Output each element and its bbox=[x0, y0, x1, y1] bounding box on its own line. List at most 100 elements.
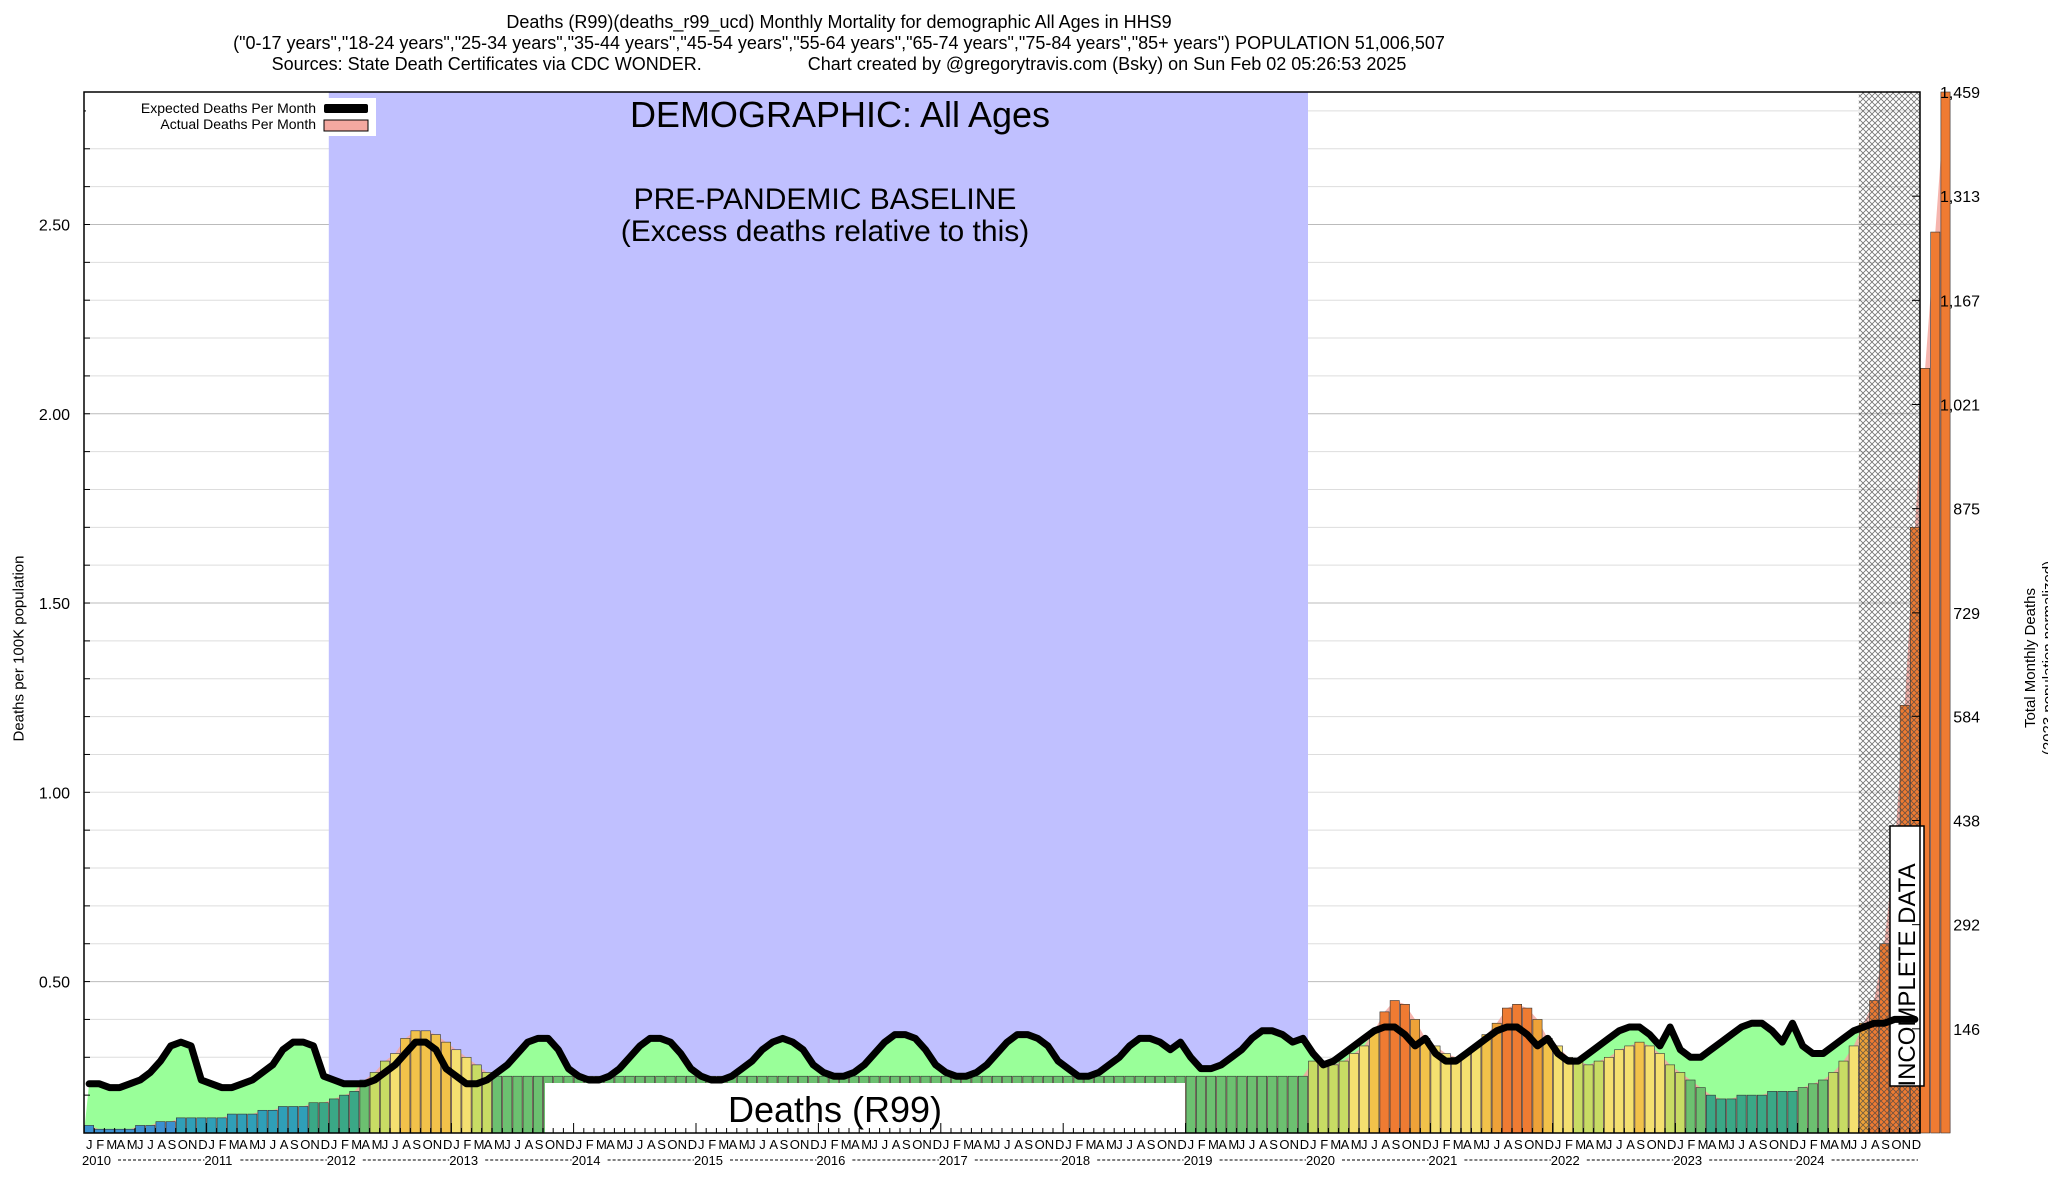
month-label: A bbox=[1708, 1137, 1717, 1152]
month-label: J bbox=[1371, 1137, 1378, 1152]
y2-tick-label: 1,167 bbox=[1940, 293, 1980, 310]
year-label: 2011 bbox=[204, 1153, 232, 1168]
bar bbox=[84, 1125, 94, 1134]
y-tick-label: 2.50 bbox=[39, 217, 70, 234]
month-label: F bbox=[1565, 1137, 1573, 1152]
bar bbox=[532, 1075, 543, 1134]
y-axis-right-label-line1: Total Monthly Deaths bbox=[2022, 587, 2039, 729]
bar bbox=[349, 1091, 360, 1134]
bar bbox=[522, 1075, 533, 1134]
month-label: F bbox=[708, 1137, 716, 1152]
bar bbox=[1196, 1075, 1206, 1134]
bar bbox=[1532, 1019, 1543, 1134]
bar bbox=[1236, 1075, 1247, 1134]
month-label: A bbox=[647, 1137, 656, 1152]
bar bbox=[216, 1117, 227, 1134]
month-label: N bbox=[800, 1137, 809, 1152]
bar bbox=[1226, 1075, 1237, 1134]
bar bbox=[1604, 1056, 1614, 1134]
bar bbox=[1930, 231, 1941, 1134]
month-label: J bbox=[1239, 1137, 1246, 1152]
legend-expected-label: Expected Deaths Per Month bbox=[141, 100, 316, 116]
month-label: J bbox=[943, 1137, 950, 1152]
year-label: 2018 bbox=[1061, 1153, 1090, 1168]
bar bbox=[1716, 1098, 1726, 1134]
month-label: J bbox=[147, 1137, 154, 1152]
bar bbox=[186, 1117, 196, 1134]
month-label: A bbox=[402, 1137, 411, 1152]
y-axis-right-label-line2: (2023 population normalized) bbox=[2040, 560, 2048, 756]
y2-tick-label: 1,313 bbox=[1940, 189, 1980, 206]
month-label: O bbox=[912, 1137, 922, 1152]
month-label: A bbox=[1749, 1137, 1758, 1152]
bar bbox=[1491, 1022, 1502, 1134]
series-title-label: Deaths (R99) bbox=[728, 1089, 942, 1130]
y-tick-label: 1.50 bbox=[39, 596, 70, 613]
month-label: J bbox=[86, 1137, 93, 1152]
month-label: S bbox=[1024, 1137, 1033, 1152]
bar bbox=[1206, 1075, 1216, 1134]
month-label: A bbox=[1341, 1137, 1350, 1152]
bar bbox=[1573, 1060, 1584, 1134]
bar bbox=[339, 1094, 349, 1134]
bar bbox=[176, 1117, 186, 1134]
bar bbox=[1481, 1034, 1492, 1134]
y2-tick-label: 875 bbox=[1953, 502, 1980, 519]
month-label: N bbox=[310, 1137, 319, 1152]
bar bbox=[461, 1056, 472, 1134]
month-label: O bbox=[1647, 1137, 1657, 1152]
bar bbox=[145, 1125, 156, 1134]
month-label: O bbox=[1279, 1137, 1289, 1152]
bar bbox=[1389, 1000, 1400, 1134]
month-label: J bbox=[1004, 1137, 1011, 1152]
month-label: S bbox=[168, 1137, 177, 1152]
year-label: 2019 bbox=[1184, 1153, 1213, 1168]
month-label: N bbox=[1657, 1137, 1666, 1152]
month-label: A bbox=[729, 1137, 738, 1152]
month-label: F bbox=[1810, 1137, 1818, 1152]
month-label: N bbox=[555, 1137, 564, 1152]
month-label: J bbox=[1728, 1137, 1735, 1152]
month-label: N bbox=[188, 1137, 197, 1152]
bar bbox=[359, 1079, 370, 1134]
month-label: O bbox=[790, 1137, 800, 1152]
month-label: D bbox=[1789, 1137, 1798, 1152]
bar bbox=[196, 1117, 207, 1134]
bar bbox=[135, 1125, 145, 1134]
month-label: S bbox=[1881, 1137, 1890, 1152]
bar bbox=[502, 1075, 513, 1134]
month-label: D bbox=[688, 1137, 697, 1152]
bar bbox=[492, 1075, 502, 1134]
year-label: 2023 bbox=[1673, 1153, 1702, 1168]
y-axis-right-label: Total Monthly Deaths (2023 population no… bbox=[2022, 528, 2048, 788]
month-label: O bbox=[1157, 1137, 1167, 1152]
bar bbox=[512, 1075, 523, 1134]
bar bbox=[1359, 1045, 1369, 1134]
month-label: A bbox=[157, 1137, 166, 1152]
bar bbox=[328, 1098, 339, 1134]
month-label: A bbox=[280, 1137, 289, 1152]
month-label: J bbox=[1310, 1137, 1317, 1152]
month-label: N bbox=[1902, 1137, 1911, 1152]
month-label: J bbox=[453, 1137, 460, 1152]
month-label: O bbox=[178, 1137, 188, 1152]
month-label: N bbox=[433, 1137, 442, 1152]
bar bbox=[1787, 1091, 1798, 1134]
month-label: J bbox=[270, 1137, 277, 1152]
month-label: J bbox=[1188, 1137, 1195, 1152]
month-label: J bbox=[627, 1137, 634, 1152]
bar bbox=[1777, 1091, 1788, 1134]
month-label: N bbox=[1534, 1137, 1543, 1152]
y-tick-label: 0.50 bbox=[39, 975, 70, 992]
month-label: A bbox=[769, 1137, 778, 1152]
month-label: O bbox=[1524, 1137, 1534, 1152]
y2-tick-label: 438 bbox=[1953, 813, 1980, 830]
month-label: J bbox=[1555, 1137, 1562, 1152]
month-label: J bbox=[1494, 1137, 1501, 1152]
year-label: 2014 bbox=[572, 1153, 601, 1168]
y2-tick-label: 292 bbox=[1953, 918, 1980, 935]
bar bbox=[1706, 1094, 1716, 1134]
month-label: F bbox=[463, 1137, 471, 1152]
bar bbox=[1298, 1075, 1308, 1134]
y2-tick-label: 146 bbox=[1953, 1022, 1980, 1039]
